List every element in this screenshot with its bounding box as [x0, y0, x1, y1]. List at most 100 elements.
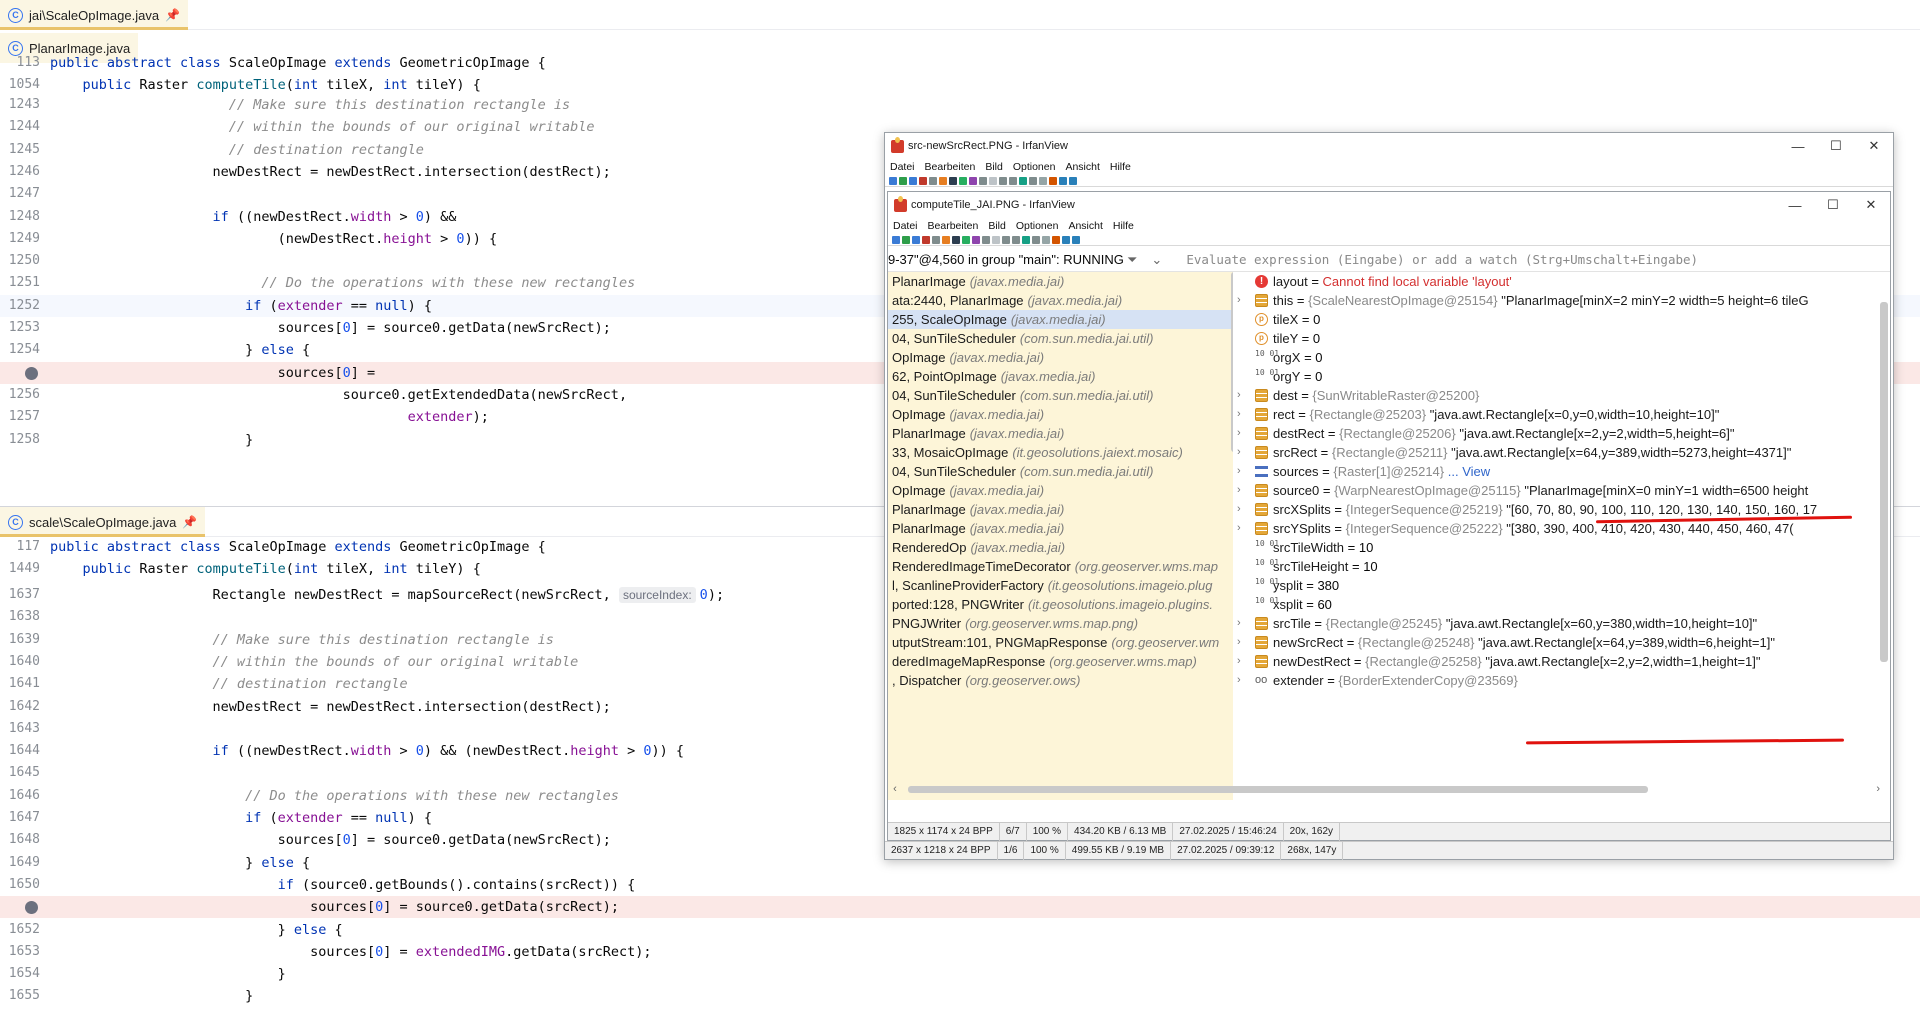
variable-row[interactable]: 10 01 xsplit = 60 [1233, 595, 1890, 614]
chevron-right-icon[interactable]: › [1237, 405, 1241, 424]
menu-item[interactable]: Bild [985, 161, 1003, 173]
variable-row[interactable]: p tileY = 0 [1233, 329, 1890, 348]
horizontal-scrollbar[interactable] [908, 786, 1648, 793]
variable-row[interactable]: › sources = {Raster[1]@25214} ... View [1233, 462, 1890, 481]
chevron-right-icon[interactable]: › [1237, 633, 1241, 652]
code-token: > [619, 743, 644, 760]
stack-frame[interactable]: 04, SunTileScheduler (com.sun.media.jai.u… [888, 462, 1233, 481]
stack-frame[interactable]: 04, SunTileScheduler (com.sun.media.jai.u… [888, 329, 1233, 348]
stack-frame[interactable]: PlanarImage (javax.media.jai) [888, 500, 1233, 519]
menu-item[interactable]: Bearbeiten [928, 220, 979, 232]
menu-item[interactable]: Bearbeiten [925, 161, 976, 173]
frame-method: 04, SunTileScheduler [892, 388, 1016, 403]
minimize-icon[interactable]: — [1776, 192, 1814, 218]
stack-frame[interactable]: deredImageMapResponse (org.geoserver.wms.… [888, 652, 1233, 671]
pin-icon[interactable]: 📌 [165, 8, 180, 22]
stack-frame[interactable]: PNGJWriter (org.geoserver.wms.map.png) [888, 614, 1233, 633]
stack-frame[interactable]: OpImage (javax.media.jai) [888, 481, 1233, 500]
stack-frame[interactable]: PlanarImage (javax.media.jai) [888, 519, 1233, 538]
stack-frame[interactable]: OpImage (javax.media.jai) [888, 405, 1233, 424]
chevron-right-icon[interactable]: › [1237, 443, 1241, 462]
menu-item[interactable]: Datei [893, 220, 918, 232]
chevron-right-icon[interactable]: › [1237, 386, 1241, 405]
equals-sign: = [1344, 540, 1359, 555]
chevron-right-icon[interactable]: › [1237, 462, 1241, 481]
menu-item[interactable]: Hilfe [1110, 161, 1131, 173]
variable-row[interactable]: 10 01 ysplit = 380 [1233, 576, 1890, 595]
equals-sign: = [1350, 654, 1366, 669]
stack-frame[interactable]: 33, MosaicOpImage (it.geosolutions.jaiext… [888, 443, 1233, 462]
stack-frame[interactable]: RenderedImageTimeDecorator (org.geoserver… [888, 557, 1233, 576]
frame-package: (javax.media.jai) [1010, 312, 1106, 327]
variable-row[interactable]: › newDestRect = {Rectangle@25258} "java.a… [1233, 652, 1890, 671]
variable-row[interactable]: 10 01 orgY = 0 [1233, 367, 1890, 386]
menu-item[interactable]: Bild [988, 220, 1006, 232]
menu-item[interactable]: Optionen [1013, 161, 1056, 173]
chevron-down-icon[interactable]: ⌄ [1151, 252, 1162, 268]
tab-scale-scaleopimage[interactable]: C scale\ScaleOpImage.java 📌 [0, 507, 206, 537]
variable-row[interactable]: › this = {ScaleNearestOpImage@25154} "Pla… [1233, 291, 1890, 310]
chevron-right-icon[interactable]: › [1237, 519, 1241, 538]
stack-frame[interactable]: ata:2440, PlanarImage (javax.media.jai) [888, 291, 1233, 310]
chevron-right-icon[interactable]: › [1237, 671, 1241, 690]
variable-row[interactable]: › oo extender = {BorderExtenderCopy@23569} [1233, 671, 1890, 690]
irfanview-window-inner[interactable]: computeTile_JAI.PNG - IrfanView — ☐ ✕ Da… [887, 191, 1891, 841]
minimize-icon[interactable]: — [1779, 133, 1817, 159]
stack-frame[interactable]: 255, ScaleOpImage (javax.media.jai) [888, 310, 1233, 329]
stack-frame[interactable]: ported:128, PNGWriter (it.geosolutions.im… [888, 595, 1233, 614]
breakpoint-icon[interactable] [25, 901, 38, 915]
variable-row[interactable]: › srcTile = {Rectangle@25245} "java.awt.R… [1233, 614, 1890, 633]
stack-frame[interactable]: utputStream:101, PNGMapResponse (org.geos… [888, 633, 1233, 652]
menu-item[interactable]: Datei [890, 161, 915, 173]
variable-row[interactable]: › srcYSplits = {IntegerSequence@25222} "[… [1233, 519, 1890, 538]
pin-icon[interactable]: 📌 [182, 515, 197, 529]
evaluate-expression-input[interactable]: Evaluate expression (Eingabe) or add a w… [1186, 252, 1698, 267]
scroll-left-icon[interactable]: ‹ [888, 783, 902, 795]
stack-frame[interactable]: 04, SunTileScheduler (com.sun.media.jai.u… [888, 386, 1233, 405]
stack-frame[interactable]: , Dispatcher (org.geoserver.ows) [888, 671, 1233, 690]
variables-scrollbar[interactable] [1880, 302, 1888, 662]
chevron-right-icon[interactable]: › [1237, 424, 1241, 443]
title-bar[interactable]: src-newSrcRect.PNG - IrfanView — ☐ ✕ [885, 133, 1893, 159]
chevron-right-icon[interactable]: › [1237, 614, 1241, 633]
filter-icon[interactable]: ⏷ [1127, 252, 1137, 268]
menu-item[interactable]: Optionen [1016, 220, 1059, 232]
menu-item[interactable]: Ansicht [1065, 161, 1099, 173]
irfanview-window-outer[interactable]: src-newSrcRect.PNG - IrfanView — ☐ ✕ Dat… [884, 132, 1894, 860]
variable-row[interactable]: ! layout = Cannot find local variable 'la… [1233, 272, 1890, 291]
line-number: 1054 [8, 77, 40, 92]
variable-row[interactable]: › source0 = {WarpNearestOpImage@25115} "P… [1233, 481, 1890, 500]
scroll-right-icon[interactable]: › [1876, 783, 1880, 795]
variable-row[interactable]: 10 01 srcTileWidth = 10 [1233, 538, 1890, 557]
stack-frame[interactable]: PlanarImage (javax.media.jai) [888, 424, 1233, 443]
chevron-right-icon[interactable]: › [1237, 481, 1241, 500]
stack-frame[interactable]: 62, PointOpImage (javax.media.jai) [888, 367, 1233, 386]
variable-value: 0 [1315, 369, 1323, 384]
stack-frame[interactable]: OpImage (javax.media.jai) [888, 348, 1233, 367]
variable-row[interactable]: › rect = {Rectangle@25203} "java.awt.Rect… [1233, 405, 1890, 424]
breakpoint-icon[interactable] [25, 366, 38, 380]
chevron-right-icon[interactable]: › [1237, 500, 1241, 519]
variable-value: "PlanarImage[minX=2 minY=2 width=5 heigh… [1497, 293, 1809, 308]
close-icon[interactable]: ✕ [1852, 192, 1890, 218]
menu-item[interactable]: Ansicht [1068, 220, 1102, 232]
maximize-icon[interactable]: ☐ [1817, 133, 1855, 159]
variable-row[interactable]: › srcRect = {Rectangle@25211} "java.awt.R… [1233, 443, 1890, 462]
variable-row[interactable]: 10 01 srcTileHeight = 10 [1233, 557, 1890, 576]
chevron-right-icon[interactable]: › [1237, 291, 1241, 310]
variable-row[interactable]: › destRect = {Rectangle@25206} "java.awt.… [1233, 424, 1890, 443]
stack-frame[interactable]: l, ScanlineProviderFactory (it.geosolutio… [888, 576, 1233, 595]
variable-row[interactable]: › dest = {SunWritableRaster@25200} [1233, 386, 1890, 405]
variable-row[interactable]: 10 01 orgX = 0 [1233, 348, 1890, 367]
close-icon[interactable]: ✕ [1855, 133, 1893, 159]
variable-row[interactable]: › newSrcRect = {Rectangle@25248} "java.aw… [1233, 633, 1890, 652]
menu-item[interactable]: Hilfe [1113, 220, 1134, 232]
chevron-right-icon[interactable]: › [1237, 652, 1241, 671]
view-link[interactable]: ... View [1444, 464, 1490, 479]
title-bar[interactable]: computeTile_JAI.PNG - IrfanView — ☐ ✕ [888, 192, 1890, 218]
maximize-icon[interactable]: ☐ [1814, 192, 1852, 218]
stack-frame[interactable]: PlanarImage (javax.media.jai) [888, 272, 1233, 291]
variable-row[interactable]: p tileX = 0 [1233, 310, 1890, 329]
stack-frame[interactable]: RenderedOp (javax.media.jai) [888, 538, 1233, 557]
tab-jai-scaleopimage[interactable]: C jai\ScaleOpImage.java 📌 [0, 0, 189, 30]
